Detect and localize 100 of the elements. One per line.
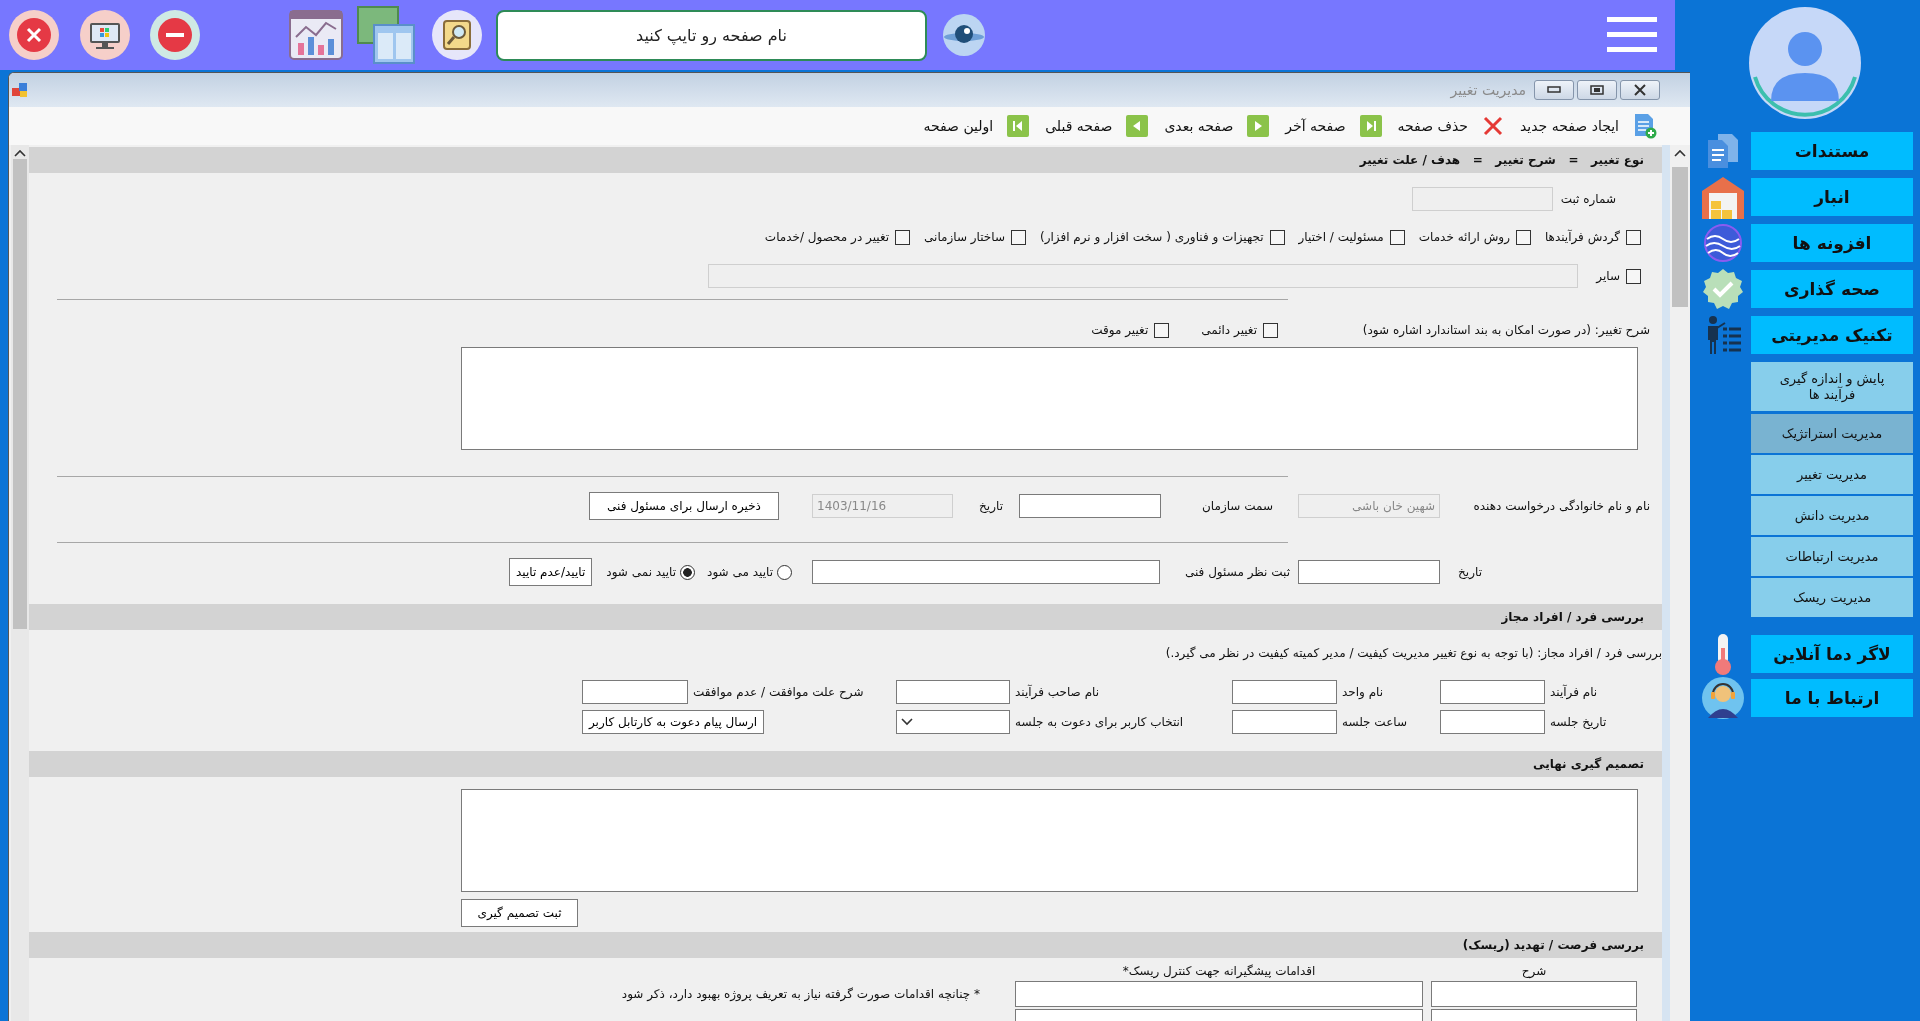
input-field[interactable]	[1015, 981, 1423, 1007]
field-label: نام واحد	[1342, 684, 1384, 700]
input-field[interactable]	[1431, 981, 1637, 1007]
monitor-icon[interactable]	[78, 8, 132, 62]
chevron-up-icon[interactable]	[1674, 149, 1686, 157]
field-label: نام صاحب فرآیند	[1015, 684, 1100, 700]
sidebar-item[interactable]: افزونه ها	[1751, 224, 1913, 262]
minimize-button[interactable]	[1534, 80, 1574, 100]
checkbox[interactable]	[1626, 268, 1641, 284]
checkbox[interactable]	[1154, 322, 1170, 338]
radio-button[interactable]	[680, 564, 696, 580]
input-field[interactable]	[1019, 494, 1161, 518]
input-field[interactable]	[1298, 560, 1440, 584]
waves-icon	[1702, 223, 1743, 263]
warehouse-icon	[1699, 175, 1746, 219]
toolbar-button[interactable]: حذف صفحه	[1397, 115, 1504, 137]
input-field[interactable]	[812, 560, 1160, 584]
input-field[interactable]	[1440, 710, 1545, 734]
column-header: اقدامات پیشگیرانه جهت کنترل ریسک*	[1121, 963, 1317, 979]
checkbox-label: مسئولیت / اختیار	[1298, 229, 1384, 245]
sidebar-item[interactable]: مدیریت ریسک	[1751, 578, 1913, 617]
chart-icon[interactable]	[288, 9, 344, 61]
skip-start-icon	[1007, 115, 1030, 137]
input-field[interactable]	[582, 680, 688, 704]
field-label: ثبت نظر مسئول فنی	[1183, 564, 1290, 580]
restore-icon	[1590, 85, 1604, 95]
field-label: نام فرآیند	[1550, 684, 1598, 700]
text-area[interactable]	[461, 347, 1638, 450]
sidebar-item[interactable]: تکنیک مدیریتی	[1751, 316, 1913, 354]
x-icon	[1482, 115, 1504, 137]
toolbar-button[interactable]: صفحه قبلی	[1045, 115, 1149, 137]
sidebar-item[interactable]: مدیریت دانش	[1751, 496, 1913, 535]
sidebar-item[interactable]: صحه گذاری	[1751, 270, 1913, 308]
new-document-icon	[1633, 113, 1657, 139]
scrollbar[interactable]	[11, 145, 29, 1021]
radio-label: تایید می شود	[707, 564, 773, 580]
input-field[interactable]	[1232, 710, 1337, 734]
sidebar-item[interactable]: پایش و اندازه گیری فرآیند ها	[1751, 362, 1913, 411]
sidebar-item[interactable]: مدیریت ارتباطات	[1751, 537, 1913, 576]
checkbox[interactable]	[1011, 229, 1026, 245]
search-icon[interactable]	[430, 8, 484, 62]
menu-icon[interactable]	[1607, 15, 1657, 55]
scrollbar-thumb[interactable]	[1672, 167, 1688, 307]
toolbar-button[interactable]: ایجاد صفحه جدید	[1520, 113, 1657, 139]
checkbox[interactable]	[1263, 322, 1278, 338]
note-text: * چنانچه اقدامات صورت گرفته نیاز به تعریف پروژه بهبود دارد، ذکر شود	[620, 986, 981, 1002]
field-label: شرح تغییر: (در صورت امکان به بند استاندارد اشاره شود)	[1361, 322, 1650, 338]
sidebar-item[interactable]: مستندات	[1751, 132, 1913, 170]
checkbox[interactable]	[1269, 229, 1285, 245]
skip-end-icon	[1359, 115, 1382, 137]
checkbox[interactable]	[1626, 229, 1641, 245]
send-button[interactable]: ارسال پیام دعوت به کارتابل کاربر	[582, 710, 765, 734]
play-icon	[1247, 115, 1270, 137]
sidebar-item[interactable]: لاگر دما آنلاین	[1751, 635, 1913, 673]
text-area[interactable]	[461, 789, 1638, 892]
sidebar-item[interactable]: مدیریت استراتژیک	[1751, 414, 1913, 453]
field-label: تاریخ	[1457, 564, 1482, 580]
approve-button[interactable]: تایید/عدم تایید	[509, 558, 593, 586]
chevron-up-icon[interactable]	[14, 149, 26, 157]
scrollbar-thumb[interactable]	[13, 159, 27, 629]
maximize-button[interactable]	[1577, 80, 1617, 100]
toolbar-button[interactable]: اولین صفحه	[923, 115, 1030, 137]
input-field[interactable]	[896, 680, 1010, 704]
sidebar-item[interactable]: انبار	[1751, 178, 1913, 216]
dropdown[interactable]	[896, 710, 1010, 734]
sidebar-item[interactable]: مدیریت تغییر	[1751, 455, 1913, 494]
column-header: شرح	[1520, 963, 1548, 979]
checkbox[interactable]	[1389, 229, 1405, 245]
checkbox-label: روش ارائه خدمات	[1418, 229, 1510, 245]
check-badge-icon	[1700, 267, 1745, 311]
checkbox[interactable]	[895, 229, 911, 245]
section-header: بررسی فرد / افراد مجاز	[29, 604, 1662, 630]
save-button[interactable]: ذخیره ارسال برای مسئول فنی	[589, 492, 779, 520]
toolbar-button[interactable]: صفحه آخر	[1285, 115, 1382, 137]
close-button[interactable]	[1620, 80, 1660, 100]
minus-icon[interactable]	[148, 8, 202, 62]
field-label: تاریخ	[978, 498, 1003, 514]
checkbox-label: تغییر دائمی	[1201, 322, 1257, 338]
toolbar-button[interactable]: صفحه بعدی	[1164, 115, 1270, 137]
field-label: انتخاب کاربر برای دعوت به جلسه	[1015, 714, 1184, 730]
search-field[interactable]: نام صفحه رو تایپ کنید	[496, 9, 927, 61]
app-icon	[12, 83, 28, 97]
checkbox[interactable]	[1515, 229, 1531, 245]
section-header: نوع تغییر = شرح تغییر = هدف / علت تغییر	[29, 147, 1662, 173]
submit-button[interactable]: ثبت تصمیم گیری	[461, 899, 578, 927]
field-label: شرح علت موافقت / عدم موافقت	[693, 684, 864, 700]
window-title: مدیریت تغییر	[1450, 81, 1526, 99]
field-label: ساعت جلسه	[1342, 714, 1407, 730]
note-text: بررسی فرد / افراد مجاز: (با توجه به نوع تغییر مدیریت کیفیت / مدیر کمیته کیفیت در نظر می گیرد.)	[1164, 644, 1662, 663]
field-label: نام و نام خانوادگی درخواست دهنده	[1472, 498, 1650, 514]
field-label: شماره ثبت	[1560, 191, 1616, 207]
sidebar-item[interactable]: ارتباط با ما	[1751, 679, 1913, 717]
close-icon	[1633, 84, 1647, 96]
input-field[interactable]	[1440, 680, 1545, 704]
input-field[interactable]	[1232, 680, 1337, 704]
section-header: بررسی فرصت / تهدید (ریسک)	[29, 932, 1662, 958]
close-icon[interactable]	[7, 8, 61, 62]
radio-button[interactable]	[777, 564, 792, 580]
checkbox-label: تغییر موقت	[1091, 322, 1149, 338]
window-icon[interactable]	[356, 5, 416, 65]
